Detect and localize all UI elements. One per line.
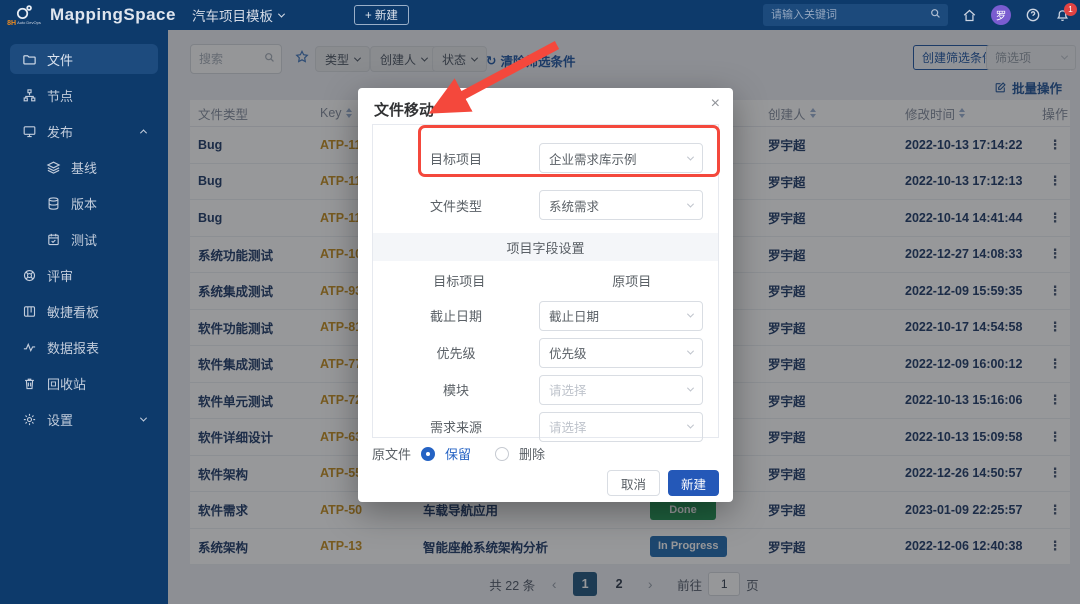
sidebar-item-label: 数据报表 <box>47 338 99 357</box>
select-placeholder: 请选择 <box>549 417 587 436</box>
project-switcher[interactable]: 汽车项目模板 <box>192 5 284 25</box>
app-logo[interactable]: 8H Auto DevOps <box>2 4 46 27</box>
layers-icon <box>46 160 61 175</box>
logo-8h-text: 8H <box>7 20 16 27</box>
logo-swirl-icon <box>15 4 33 20</box>
chevron-down-icon <box>687 348 694 355</box>
priority-select[interactable]: 优先级 <box>539 338 703 368</box>
versions-icon <box>46 196 61 211</box>
help-icon[interactable] <box>1025 7 1041 23</box>
global-search-input[interactable] <box>763 4 948 26</box>
sidebar-item-label: 评审 <box>47 266 73 285</box>
sidebar-item-label: 文件 <box>47 50 73 69</box>
select-value: 截止日期 <box>549 306 599 325</box>
sidebar-item-release[interactable]: 发布 <box>10 116 158 146</box>
sidebar-item-test[interactable]: 测试 <box>34 224 158 254</box>
field-label: 优先级 <box>373 343 539 362</box>
avatar[interactable]: 罗 <box>991 5 1011 25</box>
sidebar-item-version[interactable]: 版本 <box>34 188 158 218</box>
select-value: 系统需求 <box>549 196 599 215</box>
field-module: 模块 请选择 <box>373 371 718 408</box>
due-date-select[interactable]: 截止日期 <box>539 301 703 331</box>
sidebar-item-settings[interactable]: 设置 <box>10 404 158 434</box>
chevron-down-icon <box>687 200 694 207</box>
radio-delete[interactable] <box>495 447 509 461</box>
radio-group-label: 原文件 <box>372 444 411 463</box>
review-icon <box>22 268 37 283</box>
original-file-radio-group: 原文件 保留 删除 <box>372 444 545 463</box>
notification-badge: 1 <box>1064 3 1077 16</box>
chevron-up-icon <box>140 129 147 136</box>
nodes-icon <box>22 88 37 103</box>
sidebar-item-label: 测试 <box>71 230 97 249</box>
gear-icon <box>22 412 37 427</box>
report-chart-icon <box>22 340 37 355</box>
field-priority: 优先级 优先级 <box>373 334 718 371</box>
file-type-select[interactable]: 系统需求 <box>539 190 703 220</box>
annotation-highlight-rect <box>418 125 720 177</box>
sidebar-item-label: 回收站 <box>47 374 86 393</box>
sidebar-item-review[interactable]: 评审 <box>10 260 158 290</box>
trash-icon <box>22 376 37 391</box>
sidebar-item-label: 节点 <box>47 86 73 105</box>
logo-devops-text: Auto DevOps <box>17 21 41 25</box>
field-label: 模块 <box>373 380 539 399</box>
sidebar-item-label: 敏捷看板 <box>47 302 99 321</box>
top-header: 8H Auto DevOps MappingSpace 汽车项目模板 + 新建 … <box>0 0 1080 30</box>
close-icon[interactable]: × <box>711 96 720 112</box>
project-title: 汽车项目模板 <box>192 5 273 25</box>
field-requirement-source: 需求来源 请选择 <box>373 408 718 445</box>
sidebar-item-nodes[interactable]: 节点 <box>10 80 158 110</box>
new-item-button[interactable]: + 新建 <box>354 5 409 25</box>
sidebar-item-baseline[interactable]: 基线 <box>34 152 158 182</box>
kanban-board-icon <box>22 304 37 319</box>
mapping-column-headers: 目标项目 原项目 <box>373 263 718 297</box>
chevron-down-icon <box>687 311 694 318</box>
target-project-column-header: 目标项目 <box>373 271 546 290</box>
test-icon <box>46 232 61 247</box>
select-value: 优先级 <box>549 343 587 362</box>
sidebar-item-label: 发布 <box>47 122 73 141</box>
requirement-source-select[interactable]: 请选择 <box>539 412 703 442</box>
notifications-bell-icon[interactable]: 1 <box>1055 8 1070 23</box>
home-icon[interactable] <box>962 8 977 23</box>
app-root: 8H Auto DevOps MappingSpace 汽车项目模板 + 新建 … <box>0 0 1080 604</box>
select-placeholder: 请选择 <box>549 380 587 399</box>
global-search[interactable] <box>763 4 948 26</box>
radio-keep-label: 保留 <box>445 444 471 463</box>
sidebar-item-label: 设置 <box>47 410 73 429</box>
field-label: 需求来源 <box>373 417 539 436</box>
sidebar-item-agile-board[interactable]: 敏捷看板 <box>10 296 158 326</box>
sidebar-item-data-reports[interactable]: 数据报表 <box>10 332 158 362</box>
chevron-down-icon <box>140 414 147 421</box>
chevron-down-icon <box>687 422 694 429</box>
sidebar-nav: 文件 节点 发布 基线 版本 测试 评审 敏捷看板 <box>0 30 168 604</box>
chevron-down-icon <box>278 10 285 17</box>
field-file-type: 文件类型 系统需求 <box>373 183 718 227</box>
sidebar-item-files[interactable]: 文件 <box>10 44 158 74</box>
brand-name: MappingSpace <box>50 5 176 25</box>
sidebar-item-recycle-bin[interactable]: 回收站 <box>10 368 158 398</box>
origin-project-column-header: 原项目 <box>546 271 719 290</box>
chevron-down-icon <box>687 385 694 392</box>
field-label: 截止日期 <box>373 306 539 325</box>
confirm-button[interactable]: 新建 <box>668 470 719 496</box>
field-label: 文件类型 <box>373 196 539 215</box>
sidebar-item-label: 基线 <box>71 158 97 177</box>
sidebar-item-label: 版本 <box>71 194 97 213</box>
folder-icon <box>22 52 37 67</box>
field-due-date: 截止日期 截止日期 <box>373 297 718 334</box>
search-icon <box>929 7 942 25</box>
module-select[interactable]: 请选择 <box>539 375 703 405</box>
cancel-button[interactable]: 取消 <box>607 470 660 496</box>
radio-delete-label: 删除 <box>519 444 545 463</box>
radio-keep[interactable] <box>421 447 435 461</box>
section-title: 项目字段设置 <box>373 233 718 261</box>
dialog-title: 文件移动 <box>374 99 434 120</box>
release-icon <box>22 124 37 139</box>
